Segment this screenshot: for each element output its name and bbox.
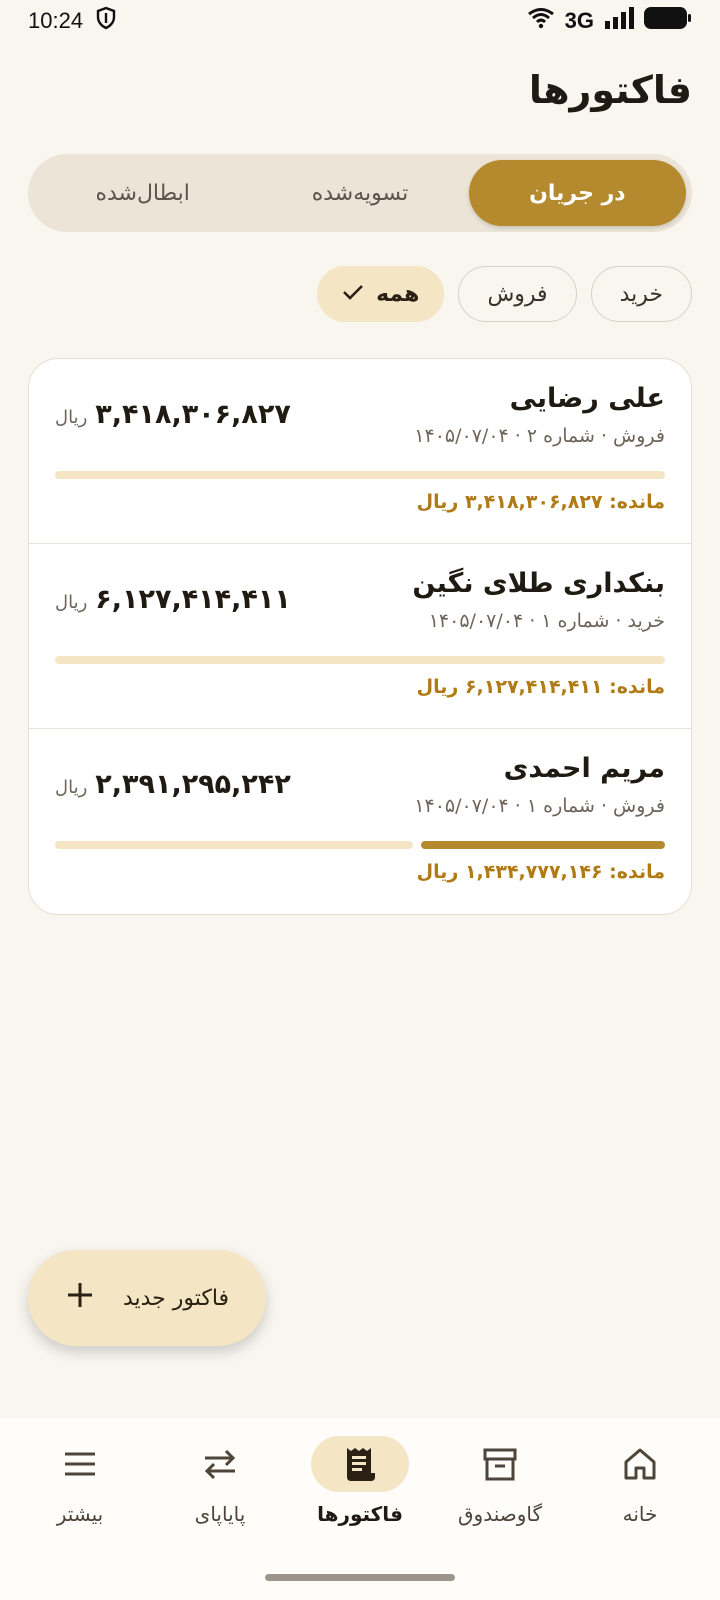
status-tabs: در جریان تسویه‌شده ابطال‌شده <box>28 154 692 232</box>
home-indicator[interactable] <box>265 1574 455 1581</box>
nav-label-home: خانه <box>622 1502 658 1526</box>
invoice-customer-name: بنکداری طلای نگین <box>412 568 665 599</box>
shield-icon <box>95 6 117 36</box>
status-time: 10:24 <box>28 8 84 33</box>
nav-label-more: بیشتر <box>56 1502 104 1526</box>
checkmark-icon <box>342 282 364 307</box>
invoice-currency: ریال <box>55 777 88 798</box>
new-invoice-button[interactable]: فاکتور جدید <box>28 1250 266 1346</box>
plus-icon <box>65 1280 95 1317</box>
battery-icon <box>644 6 692 36</box>
page-title: فاکتورها <box>528 68 692 112</box>
home-icon <box>591 1436 689 1492</box>
payment-progress-bar <box>55 471 665 479</box>
bottom-navigation: خانه گاوصندوق فاکتورها پایاپای بیشتر <box>0 1418 720 1600</box>
receipt-icon <box>311 1436 409 1492</box>
menu-icon <box>31 1436 129 1492</box>
filter-chip-all-label: همه <box>376 281 420 307</box>
invoice-meta: فروش · شماره ۲ · ۱۴۰۵/۰۷/۰۴ <box>414 425 665 447</box>
nav-label-vault: گاوصندوق <box>458 1502 542 1526</box>
progress-track <box>55 656 665 664</box>
status-bar: 10:24 3G <box>0 0 720 42</box>
invoice-row[interactable]: بنکداری طلای نگین خرید · شماره ۱ · ۱۴۰۵/… <box>29 544 691 729</box>
invoice-customer-name: مریم احمدی <box>503 753 665 784</box>
payment-progress-bar <box>55 656 665 664</box>
invoice-amount-group: ریال ۲,۳۹۱,۲۹۵,۲۴۲ <box>55 769 291 800</box>
invoice-meta: خرید · شماره ۱ · ۱۴۰۵/۰۷/۰۴ <box>428 610 665 632</box>
invoice-amount: ۳,۴۱۸,۳۰۶,۸۲۷ <box>95 399 291 430</box>
invoice-remaining: مانده: ۱,۴۳۴,۷۷۷,۱۴۶ ریال <box>416 861 665 883</box>
nav-label-invoices: فاکتورها <box>317 1502 403 1526</box>
invoice-amount: ۶,۱۲۷,۴۱۴,۴۱۱ <box>95 584 291 615</box>
progress-track <box>55 471 665 479</box>
nav-item-home[interactable]: خانه <box>575 1436 705 1600</box>
progress-track <box>55 841 413 849</box>
invoice-customer-name: علی رضایی <box>509 383 665 414</box>
status-left: 10:24 <box>28 6 117 36</box>
signal-icon <box>604 7 634 35</box>
invoice-row[interactable]: علی رضایی فروش · شماره ۲ · ۱۴۰۵/۰۷/۰۴ ری… <box>29 359 691 544</box>
invoice-meta: فروش · شماره ۱ · ۱۴۰۵/۰۷/۰۴ <box>414 795 665 817</box>
new-invoice-label: فاکتور جدید <box>122 1285 230 1311</box>
network-type: 3G <box>564 8 594 33</box>
invoice-currency: ریال <box>55 407 88 428</box>
tab-cancelled[interactable]: ابطال‌شده <box>34 160 251 226</box>
tab-in-progress[interactable]: در جریان <box>468 160 686 226</box>
tab-settled[interactable]: تسویه‌شده <box>251 160 468 226</box>
filter-chips: همه فروش خرید <box>317 266 692 322</box>
invoice-remaining: مانده: ۶,۱۲۷,۴۱۴,۴۱۱ ریال <box>416 676 665 698</box>
invoice-currency: ریال <box>55 592 88 613</box>
invoice-amount-group: ریال ۶,۱۲۷,۴۱۴,۴۱۱ <box>55 584 291 615</box>
nav-label-exchange: پایاپای <box>194 1502 246 1526</box>
status-right: 3G <box>527 6 692 36</box>
invoice-amount-group: ریال ۳,۴۱۸,۳۰۶,۸۲۷ <box>55 399 291 430</box>
nav-item-more[interactable]: بیشتر <box>15 1436 145 1600</box>
invoice-row[interactable]: مریم احمدی فروش · شماره ۱ · ۱۴۰۵/۰۷/۰۴ ر… <box>29 729 691 914</box>
archive-box-icon <box>451 1436 549 1492</box>
filter-chip-sale[interactable]: فروش <box>458 266 577 322</box>
wifi-icon <box>527 7 555 35</box>
invoice-amount: ۲,۳۹۱,۲۹۵,۲۴۲ <box>95 769 291 800</box>
filter-chip-all[interactable]: همه <box>317 266 445 322</box>
progress-fill <box>421 841 665 849</box>
filter-chip-purchase[interactable]: خرید <box>590 266 692 322</box>
swap-icon <box>171 1436 269 1492</box>
invoice-list: علی رضایی فروش · شماره ۲ · ۱۴۰۵/۰۷/۰۴ ری… <box>28 358 692 915</box>
invoice-remaining: مانده: ۳,۴۱۸,۳۰۶,۸۲۷ ریال <box>416 491 665 513</box>
payment-progress-bar <box>55 841 665 849</box>
